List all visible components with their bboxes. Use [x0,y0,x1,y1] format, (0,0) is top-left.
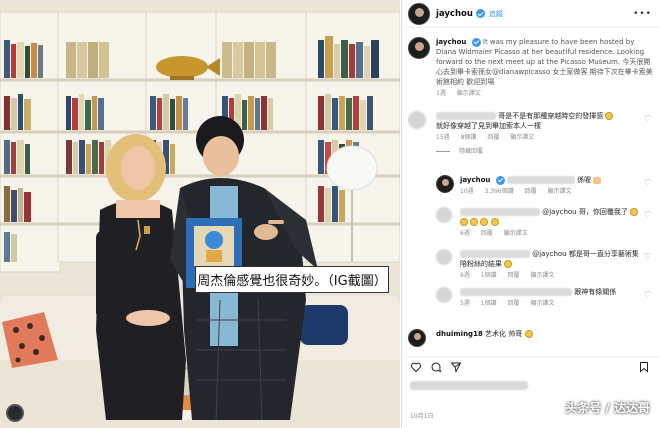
caption-text-en: It was my pleasure to have been hosted b… [436,38,645,66]
avatar[interactable] [436,287,452,303]
emoji-icon [630,208,639,216]
more-options-icon[interactable]: ••• [633,9,652,19]
emoji-icon [524,330,533,338]
like-comment-icon[interactable]: ♡ [644,179,652,187]
verified-badge-icon [495,175,505,185]
blurred-username [460,208,540,216]
translate-link[interactable]: 顯示譯文 [530,272,554,279]
emoji-icon [460,218,468,226]
comment-likes[interactable]: 1個讚 [481,300,497,307]
translate-link[interactable]: 顯示譯文 [504,230,528,237]
comment-text: @jaychou 都是哥一直分享藝術集 [532,250,639,258]
comment-reply: @jaychou 哥，你回覆我了 6週 回覆 顯示譯文 ♡ [436,207,654,239]
avatar[interactable] [436,249,452,265]
translate-link[interactable]: 顯示譯文 [548,188,572,195]
thumbs-up-emoji-icon [593,176,602,184]
blurred-mention [506,176,575,184]
comment-text: 艺术化 帅哥 [485,330,523,338]
translate-link[interactable]: 顯示譯文 [530,300,554,307]
comment-text: 哥是不是有那種穿越時空的發揮感 [498,112,604,120]
avatar[interactable] [408,111,426,129]
blurred-likes-count [410,381,528,390]
comment-time: 5週 [460,300,470,307]
comment-reply: @jaychou 都是哥一直分享藝術集 陪粉絲的結果 6週 1個讚 回覆 顯示譯… [436,249,654,281]
caption-username[interactable]: jaychou [436,38,466,46]
bookmark-icon[interactable] [638,361,650,373]
watermark: 头条号 / 达达哥 [565,401,650,415]
comment-time: 15週 [436,134,450,141]
comments-feed[interactable]: jaychou It was my pleasure to have been … [402,29,660,358]
translate-link[interactable]: 顯示譯文 [510,134,534,141]
comment-username[interactable]: dhuiming18 [436,330,483,338]
avatar[interactable] [408,2,430,25]
post-photo[interactable]: 周杰倫感覺也很奇妙。（IG截圖） [0,0,400,428]
comment-likes[interactable]: 3,396個讚 [485,188,514,195]
verified-badge-icon [475,9,485,18]
like-comment-icon[interactable]: ♡ [644,115,652,123]
post-action-bar [402,356,660,373]
hide-replies-button[interactable]: 隱藏回覆 [459,148,483,155]
avatar[interactable] [408,37,430,59]
verified-badge-icon [471,37,481,47]
comment-likes[interactable]: 8個讚 [461,134,477,141]
avatar[interactable] [436,175,454,193]
comment-reply: 跟神有條關係 5週 1個讚 回覆 顯示譯文 ♡ [436,287,654,309]
caption-translate-link[interactable]: 顯示譯文 [457,90,481,97]
post-username[interactable]: jaychou [436,9,473,19]
comment-time: 10週 [460,188,474,195]
emoji-icon [480,218,489,226]
reply-button[interactable]: 回覆 [525,188,537,195]
comment-item: 哥是不是有那種穿越時空的發揮感 就好像穿越了見到畢加索本人一樣 15週 8個讚 … [408,111,654,157]
comment-username[interactable]: jaychou [460,176,490,184]
photo-caption: 周杰倫感覺也很奇妙。（IG截圖） [195,266,389,293]
comment-text: 係喔 [577,176,592,184]
divider [436,151,450,152]
comment-likes[interactable]: 1個讚 [481,272,497,279]
emoji-icon [470,218,479,226]
share-icon[interactable] [450,361,462,373]
blurred-username [436,112,496,120]
photo-user-tag-icon[interactable] [6,404,24,422]
comment-text: 跟神有條關係 [574,288,617,296]
post-caption: jaychou It was my pleasure to have been … [408,37,654,99]
like-comment-icon[interactable]: ♡ [644,291,652,299]
emoji-icon [605,112,614,120]
reply-button[interactable]: 回覆 [508,300,520,307]
blurred-username [460,288,572,296]
reply-button[interactable]: 回覆 [481,230,493,237]
post-date: 10月1日 [410,413,434,420]
photo-illustration [0,0,400,428]
caption-time: 1週 [436,90,446,97]
heart-icon[interactable] [410,361,422,373]
comment-item: dhuiming18 艺术化 帅哥 [408,329,654,347]
like-comment-icon[interactable]: ♡ [644,253,652,261]
comment-time: 6週 [460,272,470,279]
follow-button[interactable]: 追蹤 [489,9,503,19]
reply-button[interactable]: 回覆 [487,134,499,141]
post-header: jaychou 追蹤 ••• [402,0,660,28]
comment-reply: jaychou 係喔 10週 3,396個讚 回覆 顯示譯文 ♡ [436,175,654,197]
like-comment-icon[interactable]: ♡ [644,211,652,219]
blurred-username [460,250,530,258]
comment-icon[interactable] [430,361,442,373]
emoji-icon [504,260,513,268]
post-side-panel: jaychou 追蹤 ••• jaychou It was my pleasur… [401,0,660,428]
comment-text-2: 陪粉絲的結果 [460,260,502,268]
avatar[interactable] [436,207,452,223]
comment-time: 6週 [460,230,470,237]
avatar[interactable] [408,329,426,347]
comment-text-2: 就好像穿越了見到畢加索本人一樣 [436,122,541,130]
comment-text: @jaychou 哥，你回覆我了 [542,208,628,216]
emoji-icon [490,218,499,226]
reply-button[interactable]: 回覆 [508,272,520,279]
